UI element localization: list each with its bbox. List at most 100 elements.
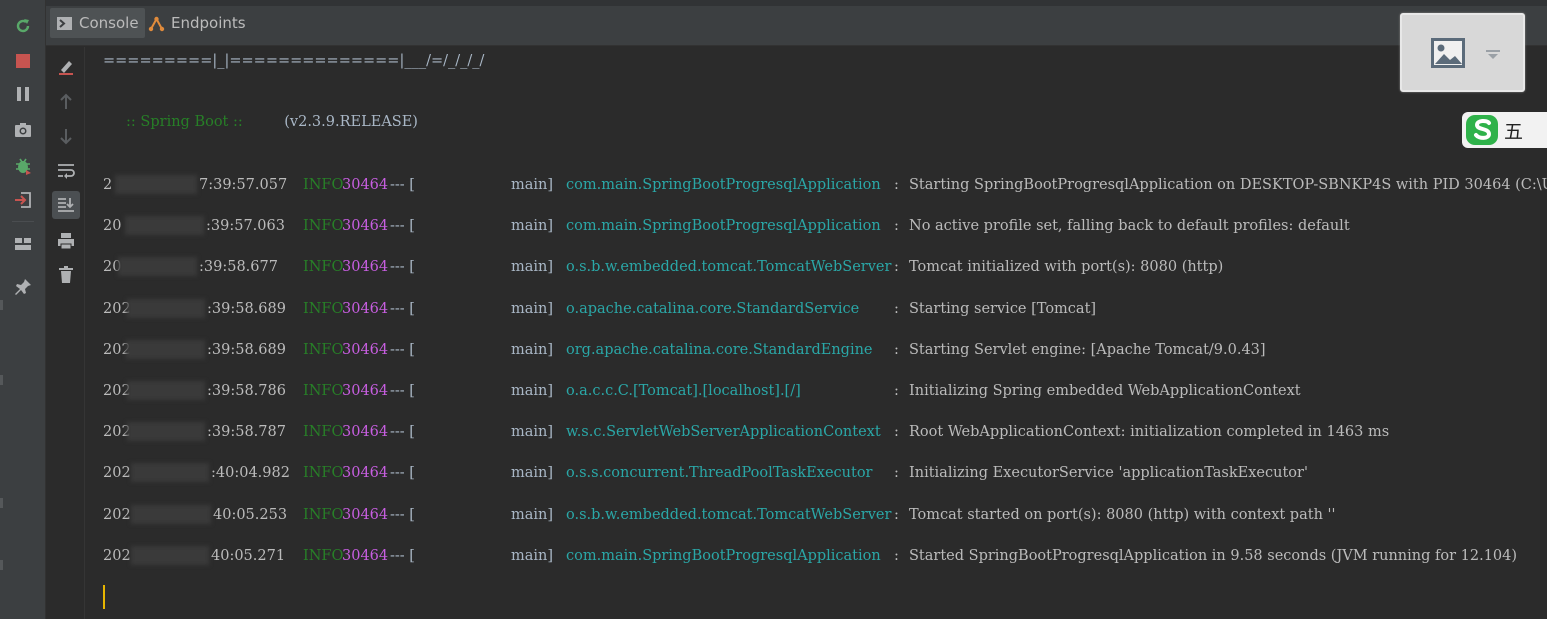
redacted-date <box>118 257 197 277</box>
image-widget[interactable] <box>1400 13 1525 92</box>
log-logger: o.apache.catalina.core.StandardService <box>566 300 860 317</box>
log-timestamp-suffix: :39:58.787 <box>207 424 286 441</box>
log-line: 202 INFO 30464 --- [main] o.s.s.concurrent.T… <box>103 463 1547 483</box>
resize-edge <box>0 300 3 310</box>
log-timestamp-suffix: 40:05.253 <box>213 506 288 523</box>
log-level: INFO <box>303 177 344 193</box>
log-thread: main] <box>510 465 553 482</box>
pin-button[interactable] <box>9 273 37 301</box>
sogou-logo-icon <box>1466 115 1498 145</box>
redacted-date <box>127 298 205 318</box>
log-level: INFO <box>303 547 344 564</box>
log-timestamp-suffix: :39:58.689 <box>207 341 286 358</box>
log-level: INFO <box>303 465 344 482</box>
pause-button[interactable] <box>9 80 37 108</box>
log-line: 202 INFO 30464 --- [main] com.main.SpringBoo… <box>103 545 1547 566</box>
clear-icon <box>59 61 73 75</box>
log-separator: --- [ <box>390 547 415 564</box>
log-line: 202 INFO 30464 --- [main] o.a.c.c.C.[Tomcat]… <box>103 381 1547 401</box>
log-message: Starting Servlet engine: [Apache Tomcat/… <box>909 341 1266 358</box>
log-timestamp-suffix: :39:58.689 <box>207 300 286 317</box>
log-level: INFO <box>303 383 344 399</box>
endpoints-icon <box>148 16 165 31</box>
log-line: 20 INFO 30464 --- [main] com.main.SpringBoot… <box>103 216 1547 236</box>
redacted-date <box>127 422 205 442</box>
down-icon <box>60 129 72 145</box>
tab-endpoints-label: Endpoints <box>171 14 246 32</box>
soft-wrap-button[interactable] <box>52 157 80 185</box>
tab-console[interactable]: Console <box>50 8 145 38</box>
scroll-down-button[interactable] <box>52 122 80 150</box>
console-output[interactable]: =========|_|==============|___/=/_/_/_/ … <box>86 47 1547 619</box>
log-level: INFO <box>303 341 344 358</box>
log-separator: --- [ <box>390 177 415 193</box>
log-colon: : <box>894 300 899 317</box>
log-thread: main] <box>510 424 553 441</box>
log-logger: com.main.SpringBootProgresqlApplication <box>566 218 881 235</box>
log-separator: --- [ <box>390 341 415 358</box>
scroll-to-end-button[interactable] <box>52 191 80 219</box>
log-thread: main] <box>510 383 553 399</box>
log-thread: main] <box>510 218 553 235</box>
scroll-up-button[interactable] <box>52 88 80 116</box>
log-timestamp-prefix: 202 <box>103 547 131 564</box>
log-pid: 30464 <box>342 341 389 358</box>
layout-button[interactable] <box>9 230 37 258</box>
stop-icon <box>16 54 30 68</box>
rerun-button[interactable] <box>9 12 37 40</box>
log-separator: --- [ <box>390 300 415 317</box>
log-message: Tomcat started on port(s): 8080 (http) w… <box>909 506 1336 523</box>
text-caret <box>103 585 105 609</box>
log-thread: main] <box>510 177 553 193</box>
log-pid: 30464 <box>342 424 389 441</box>
log-timestamp-prefix: 202 <box>103 465 131 482</box>
print-button[interactable] <box>52 227 80 255</box>
tab-endpoints[interactable]: Endpoints <box>142 8 252 38</box>
exit-button[interactable] <box>9 186 37 214</box>
snapshot-icon <box>15 123 31 137</box>
log-logger: o.s.b.w.embedded.tomcat.TomcatWebServer <box>566 506 892 523</box>
snapshot-button[interactable] <box>9 116 37 144</box>
log-timestamp-suffix: :39:58.786 <box>207 383 286 399</box>
log-level: INFO <box>303 259 344 276</box>
log-timestamp-suffix: 40:05.271 <box>211 547 286 564</box>
spring-boot-version: (v2.3.9.RELEASE) <box>284 114 418 130</box>
log-logger: w.s.c.ServletWebServerApplicationContext <box>566 424 881 441</box>
debug-button[interactable] <box>9 152 37 180</box>
trash-button[interactable] <box>52 261 80 289</box>
console-icon <box>57 16 72 30</box>
log-timestamp-suffix: 7:39:57.057 <box>199 177 288 193</box>
spring-boot-version-gap <box>243 114 284 130</box>
redacted-date <box>131 463 209 483</box>
pin-icon <box>15 279 31 295</box>
console-toolbar <box>47 47 85 619</box>
log-timestamp-suffix: :39:57.063 <box>206 218 285 235</box>
log-colon: : <box>894 383 899 399</box>
log-message: Initializing ExecutorService 'applicatio… <box>909 465 1308 482</box>
log-line: 202 INFO 30464 --- [main] o.s.b.w.embedded.t… <box>103 504 1547 525</box>
stop-button[interactable] <box>9 47 37 75</box>
log-thread: main] <box>510 300 553 317</box>
tab-console-label: Console <box>79 14 139 32</box>
log-logger: com.main.SpringBootProgresqlApplication <box>566 177 881 193</box>
log-message: Starting SpringBootProgresqlApplication … <box>909 177 1547 193</box>
log-timestamp-suffix: :39:58.677 <box>199 259 278 276</box>
log-timestamp-prefix: 202 <box>103 506 131 523</box>
rerun-icon <box>16 19 30 33</box>
banner-line: =========|_|==============|___/=/_/_/_/ <box>103 53 485 69</box>
log-logger: o.s.b.w.embedded.tomcat.TomcatWebServer <box>566 259 892 276</box>
log-logger: org.apache.catalina.core.StandardEngine <box>566 341 873 358</box>
log-line: 202 INFO 30464 --- [main] w.s.c.ServletWebSe… <box>103 422 1547 442</box>
log-timestamp-prefix: 20 <box>103 218 122 235</box>
clear-button[interactable] <box>52 53 80 81</box>
exit-icon <box>15 192 31 208</box>
redacted-date <box>131 504 211 524</box>
log-pid: 30464 <box>342 547 389 564</box>
log-message: Starting service [Tomcat] <box>909 300 1097 317</box>
log-separator: --- [ <box>390 259 415 276</box>
resize-edge <box>0 560 3 570</box>
chevron-down-icon[interactable] <box>1486 50 1500 60</box>
spring-boot-label: :: Spring Boot :: <box>121 114 243 130</box>
ime-indicator[interactable]: 五 <box>1462 112 1547 148</box>
log-level: INFO <box>303 218 344 235</box>
